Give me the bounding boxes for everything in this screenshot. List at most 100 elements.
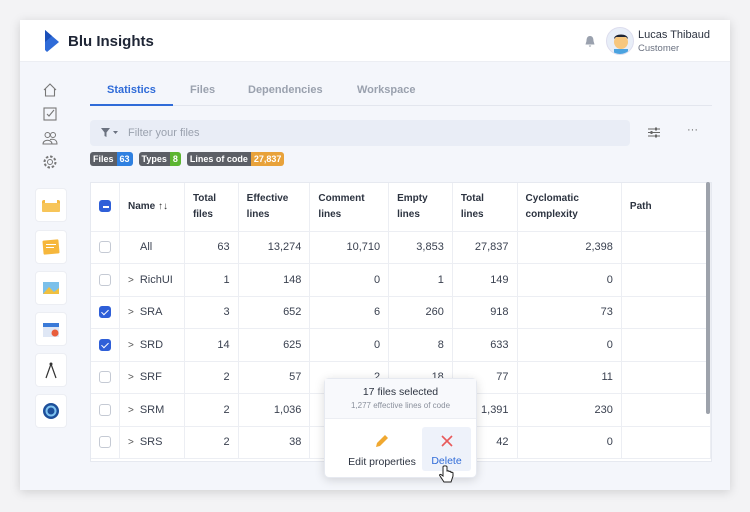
row-checkbox[interactable]	[99, 241, 111, 254]
notification-bell-icon[interactable]	[584, 35, 596, 48]
more-options-icon[interactable]: ···	[687, 124, 698, 136]
column-header-name[interactable]: Name ↑↓	[119, 183, 185, 232]
cell: 57	[238, 361, 311, 394]
edit-properties-button[interactable]: Edit properties	[337, 427, 427, 471]
app-window: Blu Insights Lucas Thibaud Customer Stat…	[20, 20, 730, 490]
sort-icon[interactable]: ↑↓	[158, 201, 168, 212]
column-header-path[interactable]: Path	[621, 183, 711, 232]
tab-files[interactable]: Files	[190, 84, 215, 96]
cell: 918	[452, 296, 518, 329]
cell: 3,853	[388, 231, 453, 264]
app-tile-calendar[interactable]	[35, 312, 67, 346]
row-checkbox[interactable]	[99, 436, 111, 449]
tab-bar: Statistics Files Dependencies Workspace	[90, 78, 712, 106]
row-checkbox-cell	[91, 426, 120, 459]
cell: 6	[309, 296, 390, 329]
row-name: SRS	[139, 436, 163, 449]
row-checkbox[interactable]	[99, 338, 111, 351]
home-icon[interactable]	[42, 82, 58, 98]
expand-chevron-icon[interactable]: >	[128, 405, 134, 416]
row-checkbox-cell	[91, 393, 120, 427]
app-tile-sync[interactable]	[35, 394, 67, 428]
cell: 13,274	[238, 231, 311, 264]
tab-statistics[interactable]: Statistics	[107, 84, 156, 96]
column-header-comment-lines[interactable]: Comment lines	[309, 183, 390, 232]
column-header-cyclomatic-complexity[interactable]: Cyclomatic complexity	[517, 183, 622, 232]
filter-dropdown-icon[interactable]	[101, 128, 121, 138]
select-all-header	[91, 183, 120, 232]
expand-chevron-icon[interactable]: >	[128, 275, 134, 286]
column-header-effective-lines[interactable]: Effective lines	[238, 183, 311, 232]
row-checkbox-cell	[91, 263, 120, 297]
row-name: SRD	[139, 338, 164, 351]
app-tile-files[interactable]	[35, 188, 67, 222]
row-name: SRF	[139, 371, 162, 384]
cell	[621, 263, 711, 297]
table-scrollbar[interactable]	[706, 182, 710, 414]
user-avatar[interactable]	[606, 27, 634, 55]
close-x-icon	[440, 435, 453, 447]
tab-dependencies[interactable]: Dependencies	[248, 84, 323, 96]
table-row[interactable]: > RichUI 1 148 0 1 149 0	[91, 263, 711, 297]
cell: 0	[309, 328, 390, 362]
sync-icon	[43, 403, 59, 419]
user-role: Customer	[638, 43, 680, 54]
filter-input[interactable]	[128, 120, 608, 146]
cell	[621, 231, 711, 264]
users-icon[interactable]	[42, 130, 58, 146]
name-cell: > RichUI	[119, 263, 185, 297]
column-settings-icon[interactable]	[648, 127, 660, 138]
column-header-empty-lines[interactable]: Empty lines	[388, 183, 453, 232]
name-cell: > SRD	[119, 328, 185, 362]
row-checkbox[interactable]	[99, 273, 111, 286]
cell	[621, 361, 711, 394]
row-checkbox-cell	[91, 361, 120, 394]
cell: 1	[184, 263, 239, 297]
row-name: SRM	[139, 403, 165, 416]
cell: 11	[517, 361, 622, 394]
table-row[interactable]: > SRD 14 625 0 8 633 0	[91, 328, 711, 362]
active-tab-indicator	[90, 104, 173, 106]
app-tile-compass[interactable]	[35, 353, 67, 387]
cell: 8	[388, 328, 453, 362]
cell: 73	[517, 296, 622, 329]
expand-chevron-icon[interactable]: >	[128, 372, 134, 383]
row-checkbox[interactable]	[99, 403, 111, 416]
table-row[interactable]: > SRA 3 652 6 260 918 73	[91, 296, 711, 329]
summary-badges: Files 63 Types 8 Lines of code 27,837	[90, 152, 285, 166]
cell: 652	[238, 296, 311, 329]
folder-icon	[42, 198, 60, 212]
cell: 14	[184, 328, 239, 362]
row-name: All	[140, 241, 153, 254]
app-tile-notes[interactable]	[35, 230, 67, 264]
tab-workspace[interactable]: Workspace	[357, 84, 416, 96]
expand-chevron-icon[interactable]: >	[128, 307, 134, 318]
name-cell: > SRM	[119, 393, 185, 427]
app-tile-images[interactable]	[35, 271, 67, 305]
cell: 2	[184, 426, 239, 459]
selection-count: 17 files selected	[362, 386, 439, 398]
name-cell: > SRS	[119, 426, 185, 459]
row-checkbox[interactable]	[99, 306, 111, 319]
row-name: RichUI	[139, 273, 173, 286]
table-row[interactable]: All 63 13,274 10,710 3,853 27,837 2,398	[91, 231, 711, 264]
column-header-total-files[interactable]: Total files	[184, 183, 239, 232]
column-header-total-lines[interactable]: Total lines	[452, 183, 518, 232]
calendar-icon	[43, 323, 59, 337]
row-checkbox[interactable]	[99, 371, 111, 384]
expand-chevron-icon[interactable]: >	[128, 437, 134, 448]
badge-types: Types 8	[138, 152, 181, 166]
app-name: Blu Insights	[68, 33, 154, 50]
row-name: SRA	[139, 306, 163, 319]
selection-lines: 1,277 effective lines of code	[350, 401, 451, 410]
selection-popup: 17 files selected 1,277 effective lines …	[324, 378, 477, 478]
cell: 63	[184, 231, 239, 264]
sticky-notes-icon	[42, 239, 60, 255]
tasks-icon[interactable]	[42, 106, 58, 122]
name-cell: > SRA	[119, 296, 185, 329]
settings-icon[interactable]	[42, 154, 58, 170]
select-all-checkbox[interactable]	[99, 200, 111, 213]
cell: 0	[517, 328, 622, 362]
expand-chevron-icon[interactable]: >	[128, 340, 134, 351]
cell: 149	[452, 263, 518, 297]
